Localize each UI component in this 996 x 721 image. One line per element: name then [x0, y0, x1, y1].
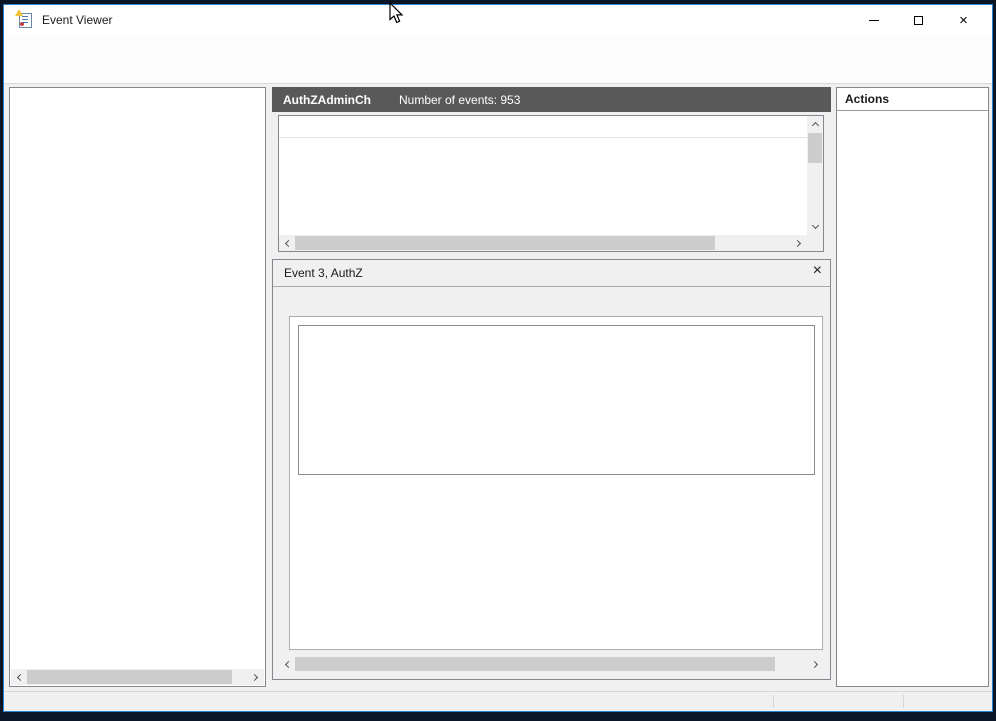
events-scrollbar-thumb[interactable]: [808, 133, 822, 163]
window-title: Event Viewer: [42, 13, 112, 27]
titlebar: Event Viewer ×: [4, 5, 992, 35]
tree-horizontal-scrollbar[interactable]: [11, 669, 264, 685]
tree-scrollbar-thumb[interactable]: [27, 670, 232, 684]
content: AuthZAdminCh Number of events: 953 Event…: [4, 84, 992, 691]
mouse-cursor: [389, 2, 404, 25]
toolbar: [4, 58, 992, 84]
event-detail-panel: Event 3, AuthZ ×: [272, 259, 831, 680]
events-horizontal-scrollbar[interactable]: [279, 235, 807, 251]
scroll-left-icon[interactable]: [279, 235, 295, 251]
event-detail-header: Event 3, AuthZ ×: [273, 260, 830, 287]
events-table-rows: [279, 138, 807, 235]
scroll-right-icon[interactable]: [791, 235, 807, 251]
statusbar-divider: [773, 695, 774, 708]
events-panel-header: AuthZAdminCh Number of events: 953: [272, 87, 831, 112]
events-hscrollbar-thumb[interactable]: [295, 236, 715, 250]
events-table-header: [279, 116, 807, 138]
maximize-button[interactable]: [896, 5, 941, 35]
events-count: Number of events: 953: [399, 93, 520, 107]
menubar: [4, 35, 992, 58]
actions-panel-title: Actions: [837, 88, 988, 111]
console-tree: [10, 91, 265, 668]
event-detail-title: Event 3, AuthZ: [284, 266, 363, 280]
event-viewer-icon: [17, 12, 33, 28]
scrollbar-corner: [807, 235, 823, 251]
actions-panel: Actions: [836, 87, 989, 687]
minimize-button[interactable]: [851, 5, 896, 35]
events-vertical-scrollbar[interactable]: [807, 116, 823, 235]
scroll-right-icon[interactable]: [248, 669, 264, 685]
scroll-left-icon[interactable]: [11, 669, 27, 685]
close-button[interactable]: ×: [941, 5, 986, 35]
event-viewer-window: Event Viewer × AuthZAdminCh Number of ev…: [3, 4, 993, 712]
scroll-left-icon[interactable]: [279, 656, 295, 672]
close-icon: ×: [959, 13, 968, 28]
close-preview-icon[interactable]: ×: [813, 263, 822, 279]
scroll-down-icon[interactable]: [807, 219, 823, 235]
general-tab-page: [289, 316, 823, 650]
statusbar: [4, 691, 992, 711]
maximize-icon: [914, 16, 923, 25]
minimize-icon: [869, 20, 879, 21]
statusbar-divider: [903, 695, 904, 708]
scroll-right-icon[interactable]: [808, 656, 824, 672]
detail-scrollbar-thumb[interactable]: [295, 657, 775, 671]
console-tree-panel: [9, 87, 266, 687]
detail-horizontal-scrollbar[interactable]: [279, 656, 824, 672]
events-table: [278, 115, 824, 252]
scroll-up-icon[interactable]: [807, 116, 823, 132]
event-description[interactable]: [298, 325, 815, 475]
events-panel-title: AuthZAdminCh: [283, 93, 371, 107]
